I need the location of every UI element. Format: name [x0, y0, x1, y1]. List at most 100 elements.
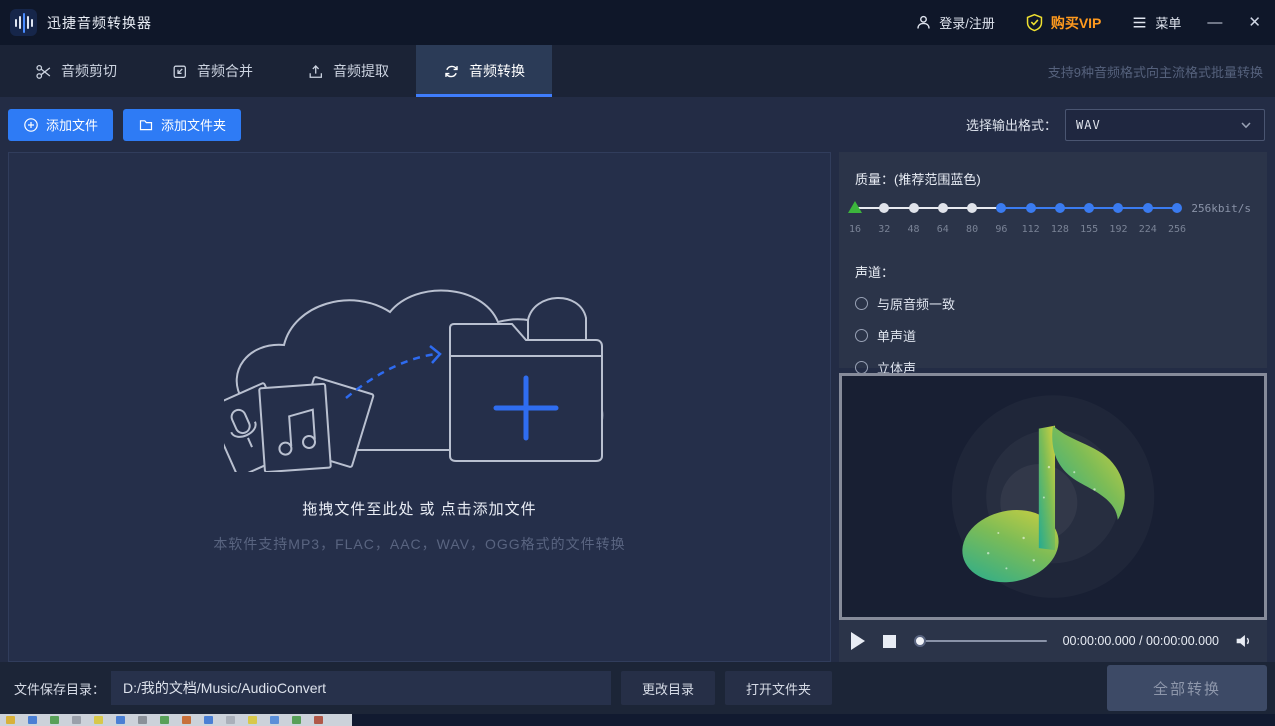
main-content: 拖拽文件至此处 或 点击添加文件 本软件支持MP3，FLAC，AAC，WAV，O…	[0, 152, 1275, 662]
dropzone-secondary-text: 本软件支持MP3，FLAC，AAC，WAV，OGG格式的文件转换	[213, 534, 625, 554]
music-note-art	[839, 373, 1267, 620]
save-dir-input[interactable]	[111, 671, 611, 705]
taskbar-icon	[314, 716, 323, 724]
slider-tick-label: 192	[1109, 224, 1127, 235]
add-file-label: 添加文件	[46, 115, 98, 134]
footer-bar: 文件保存目录： 更改目录 打开文件夹 全部转换	[0, 662, 1275, 714]
menu-label: 菜单	[1155, 13, 1181, 32]
radio-icon	[855, 297, 868, 310]
slider-dot[interactable]	[967, 203, 977, 213]
quality-slider[interactable]: 163248648096112128155192224256	[855, 200, 1177, 240]
login-button[interactable]: 登录/注册	[915, 13, 995, 32]
titlebar: 迅捷音频转换器 登录/注册 购买VIP 菜单 — ✕	[0, 0, 1275, 45]
convert-all-button[interactable]: 全部转换	[1107, 665, 1267, 711]
taskbar-icon	[160, 716, 169, 724]
app-title: 迅捷音频转换器	[47, 13, 152, 33]
save-dir-label: 文件保存目录：	[14, 679, 105, 698]
right-panel: 质量：(推荐范围蓝色) 1632486480961121281551922242…	[839, 152, 1267, 662]
output-format-label: 选择输出格式：	[966, 115, 1057, 134]
slider-tick-label: 112	[1022, 224, 1040, 235]
merge-icon	[171, 63, 188, 80]
seek-slider[interactable]	[916, 634, 1047, 648]
login-label: 登录/注册	[939, 13, 995, 32]
chevron-down-icon	[1238, 117, 1254, 133]
slider-dot[interactable]	[1143, 203, 1153, 213]
taskbar-icon	[72, 716, 81, 724]
tab-audio-merge[interactable]: 音频合并	[144, 45, 280, 97]
slider-dot[interactable]	[996, 203, 1006, 213]
dropzone[interactable]: 拖拽文件至此处 或 点击添加文件 本软件支持MP3，FLAC，AAC，WAV，O…	[8, 152, 831, 662]
slider-marker-green[interactable]	[848, 201, 862, 213]
tabbar-hint: 支持9种音频格式向主流格式批量转换	[1048, 62, 1275, 81]
output-format-select[interactable]: WAV	[1065, 109, 1265, 141]
channel-option-original[interactable]: 与原音频一致	[855, 294, 1251, 313]
buy-vip-button[interactable]: 购买VIP	[1025, 13, 1102, 33]
slider-tick-label: 32	[878, 224, 890, 235]
taskbar-icon	[6, 716, 15, 724]
channel-option-mono[interactable]: 单声道	[855, 326, 1251, 345]
play-button[interactable]	[851, 632, 865, 650]
user-icon	[915, 14, 932, 31]
taskbar-icon	[116, 716, 125, 724]
output-format-value: WAV	[1076, 118, 1238, 132]
slider-tick-label: 256	[1168, 224, 1186, 235]
change-dir-button[interactable]: 更改目录	[621, 671, 715, 705]
slider-dot[interactable]	[879, 203, 889, 213]
taskbar-icon	[204, 716, 213, 724]
add-folder-label: 添加文件夹	[161, 115, 226, 134]
tab-audio-cut[interactable]: 音频剪切	[8, 45, 144, 97]
add-folder-button[interactable]: 添加文件夹	[123, 109, 241, 141]
folder-icon	[138, 117, 154, 133]
slider-dot[interactable]	[1026, 203, 1036, 213]
menu-icon	[1131, 14, 1148, 31]
volume-icon[interactable]	[1233, 630, 1255, 652]
quality-value: 256kbit/s	[1177, 200, 1251, 215]
taskbar-icon	[28, 716, 37, 724]
menu-button[interactable]: 菜单	[1131, 13, 1181, 32]
tab-audio-convert[interactable]: 音频转换	[416, 45, 552, 97]
slider-dot[interactable]	[909, 203, 919, 213]
slider-dot[interactable]	[1172, 203, 1182, 213]
slider-tick-label: 96	[995, 224, 1007, 235]
add-file-button[interactable]: 添加文件	[8, 109, 113, 141]
app-logo-icon	[10, 9, 37, 36]
slider-dot[interactable]	[1055, 203, 1065, 213]
tab-label: 音频提取	[333, 61, 389, 81]
slider-tick-label: 80	[966, 224, 978, 235]
player-panel: 00:00:00.000 / 00:00:00.000	[839, 373, 1267, 662]
slider-tick-label: 155	[1080, 224, 1098, 235]
tab-audio-extract[interactable]: 音频提取	[280, 45, 416, 97]
slider-dot[interactable]	[1113, 203, 1123, 213]
taskbar-icon	[292, 716, 301, 724]
taskbar-icon	[94, 716, 103, 724]
convert-icon	[443, 63, 460, 80]
slider-dot[interactable]	[938, 203, 948, 213]
close-button[interactable]: ✕	[1248, 15, 1261, 30]
taskbar-icon	[182, 716, 191, 724]
audio-files-graphic	[224, 377, 374, 472]
stop-button[interactable]	[883, 635, 896, 648]
channel-label: 声道：	[855, 262, 1251, 281]
quality-label: 质量：(推荐范围蓝色)	[855, 169, 1251, 188]
seek-handle[interactable]	[914, 635, 926, 647]
dropzone-primary-text: 拖拽文件至此处 或 点击添加文件	[302, 498, 536, 519]
plus-circle-icon	[23, 117, 39, 133]
open-folder-button[interactable]: 打开文件夹	[725, 671, 832, 705]
tab-label: 音频合并	[197, 61, 253, 81]
taskbar-icons	[0, 714, 352, 726]
minimize-button[interactable]: —	[1207, 15, 1222, 30]
desktop-taskbar-sliver	[0, 714, 1275, 726]
taskbar-icon	[248, 716, 257, 724]
player-time: 00:00:00.000 / 00:00:00.000	[1063, 634, 1219, 648]
taskbar-icon	[50, 716, 59, 724]
slider-tick-label: 16	[849, 224, 861, 235]
app-window: 迅捷音频转换器 登录/注册 购买VIP 菜单 — ✕	[0, 0, 1275, 726]
vip-badge-icon	[1025, 13, 1044, 32]
taskbar-icon	[270, 716, 279, 724]
dropzone-illustration	[224, 260, 616, 472]
extract-icon	[307, 63, 324, 80]
tabbar: 音频剪切 音频合并 音频提取 音频转换 支持9种音频格式向	[0, 45, 1275, 97]
buy-vip-label: 购买VIP	[1051, 13, 1102, 33]
slider-dot[interactable]	[1084, 203, 1094, 213]
scissors-icon	[35, 63, 52, 80]
